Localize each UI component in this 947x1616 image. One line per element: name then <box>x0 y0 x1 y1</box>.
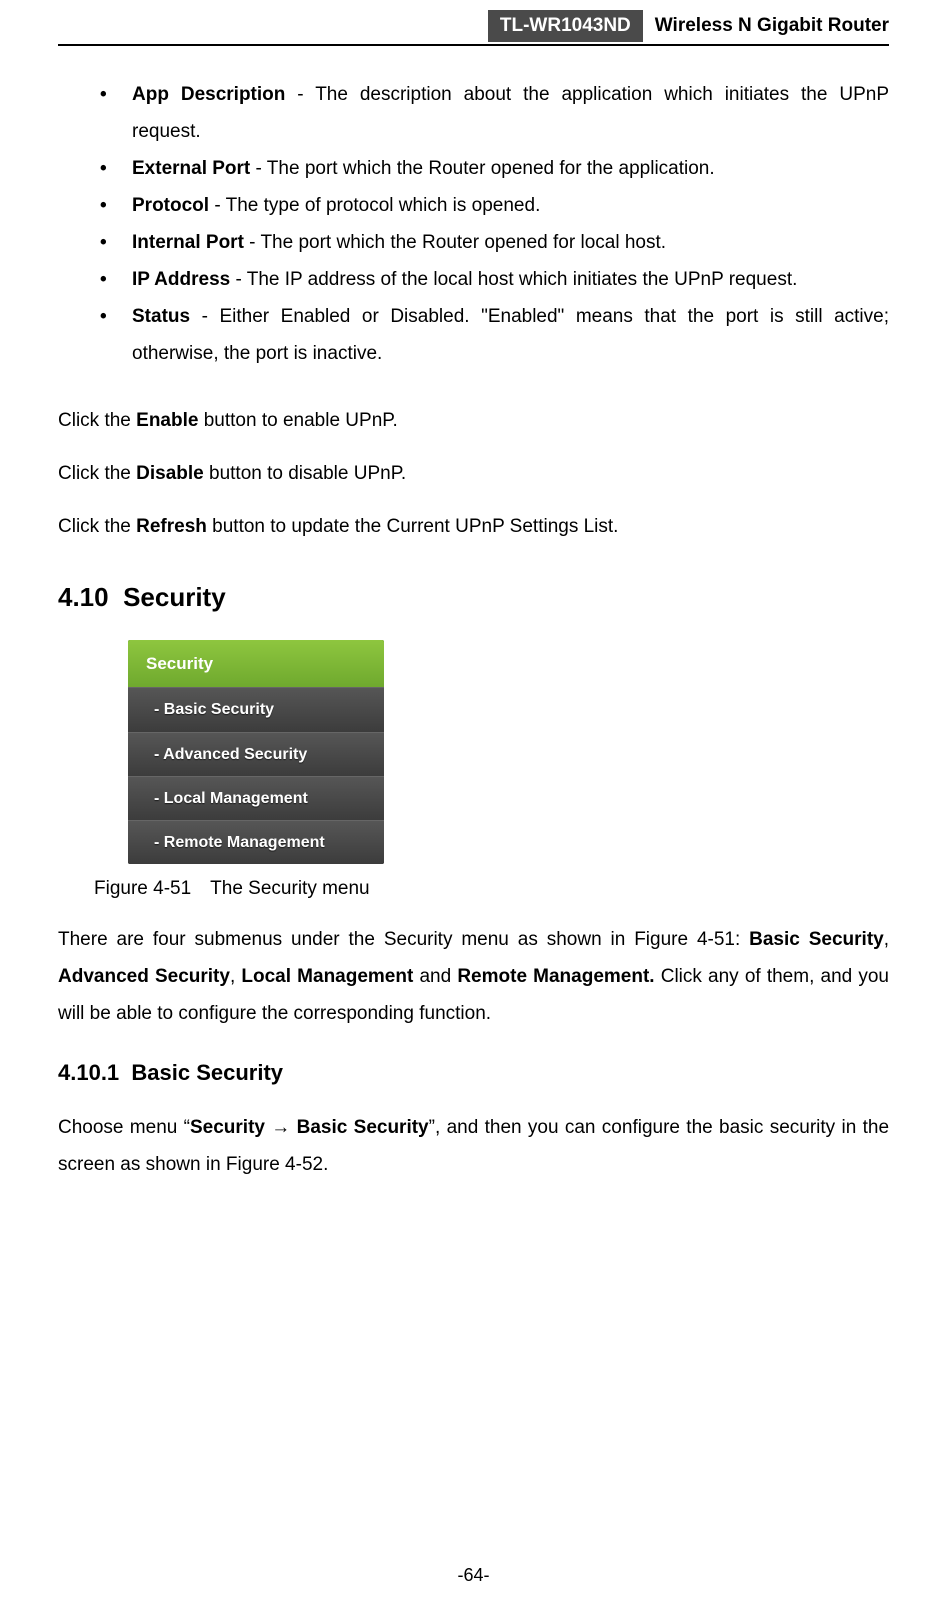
desc: - The port which the Router opened for t… <box>250 158 714 179</box>
menu-item-remote-management: - Remote Management <box>128 820 384 864</box>
model-badge: TL-WR1043ND <box>488 10 643 42</box>
list-item: Status - Either Enabled or Disabled. "En… <box>100 298 889 372</box>
term: Internal Port <box>132 232 244 253</box>
term: External Port <box>132 158 250 179</box>
term: Protocol <box>132 195 209 216</box>
list-item: External Port - The port which the Route… <box>100 150 889 187</box>
enable-label: Enable <box>136 410 198 431</box>
text: Click the <box>58 463 136 484</box>
desc: - Either Enabled or Disabled. "Enabled" … <box>132 306 889 364</box>
text: button to disable UPnP. <box>204 463 406 484</box>
list-item: Internal Port - The port which the Route… <box>100 224 889 261</box>
refresh-instruction: Click the Refresh button to update the C… <box>58 508 889 545</box>
menu-box: Security - Basic Security - Advanced Sec… <box>128 640 384 864</box>
list-item: Protocol - The type of protocol which is… <box>100 187 889 224</box>
menu-item-advanced-security: - Advanced Security <box>128 732 384 776</box>
desc: - The port which the Router opened for l… <box>244 232 666 253</box>
text: button to update the Current UPnP Settin… <box>207 516 619 537</box>
security-description: There are four submenus under the Securi… <box>58 921 889 1032</box>
term: App Description <box>132 84 285 105</box>
local-management-label: Local Management <box>241 966 413 987</box>
list-item: IP Address - The IP address of the local… <box>100 261 889 298</box>
term: IP Address <box>132 269 230 290</box>
text: button to enable UPnP. <box>198 410 397 431</box>
text: and <box>413 966 457 987</box>
basic-security-instruction: Choose menu “Security → Basic Security”,… <box>58 1109 889 1183</box>
text: Choose menu “ <box>58 1117 190 1138</box>
text: , <box>884 929 889 950</box>
term: Status <box>132 306 190 327</box>
subsection-heading: 4.10.1 Basic Security <box>58 1052 889 1095</box>
text: Click the <box>58 410 136 431</box>
desc: - The IP address of the local host which… <box>230 269 797 290</box>
section-number: 4.10 <box>58 582 109 612</box>
product-title: Wireless N Gigabit Router <box>643 15 889 37</box>
menu-header-security: Security <box>128 640 384 687</box>
advanced-security-label: Advanced Security <box>58 966 230 987</box>
figure-caption: Figure 4-51 The Security menu <box>94 870 889 907</box>
section-title: Security <box>123 582 226 612</box>
list-item: App Description - The description about … <box>100 76 889 150</box>
text: , <box>230 966 241 987</box>
subsection-title: Basic Security <box>131 1060 283 1085</box>
disable-label: Disable <box>136 463 204 484</box>
menu-item-local-management: - Local Management <box>128 776 384 820</box>
subsection-number: 4.10.1 <box>58 1060 119 1085</box>
refresh-label: Refresh <box>136 516 207 537</box>
menu-path: Security → Basic Security <box>190 1117 429 1138</box>
menu-item-basic-security: - Basic Security <box>128 687 384 731</box>
remote-management-label: Remote Management. <box>457 966 654 987</box>
section-heading: 4.10 Security <box>58 572 889 623</box>
text: Click the <box>58 516 136 537</box>
text: There are four submenus under the Securi… <box>58 929 749 950</box>
desc: - The type of protocol which is opened. <box>209 195 540 216</box>
page-content: App Description - The description about … <box>58 76 889 1183</box>
definition-list: App Description - The description about … <box>58 76 889 372</box>
basic-security-label: Basic Security <box>749 929 884 950</box>
page-header: TL-WR1043ND Wireless N Gigabit Router <box>58 0 889 46</box>
page-number: -64- <box>0 1565 947 1586</box>
enable-instruction: Click the Enable button to enable UPnP. <box>58 402 889 439</box>
security-menu-figure: Security - Basic Security - Advanced Sec… <box>128 640 889 864</box>
disable-instruction: Click the Disable button to disable UPnP… <box>58 455 889 492</box>
